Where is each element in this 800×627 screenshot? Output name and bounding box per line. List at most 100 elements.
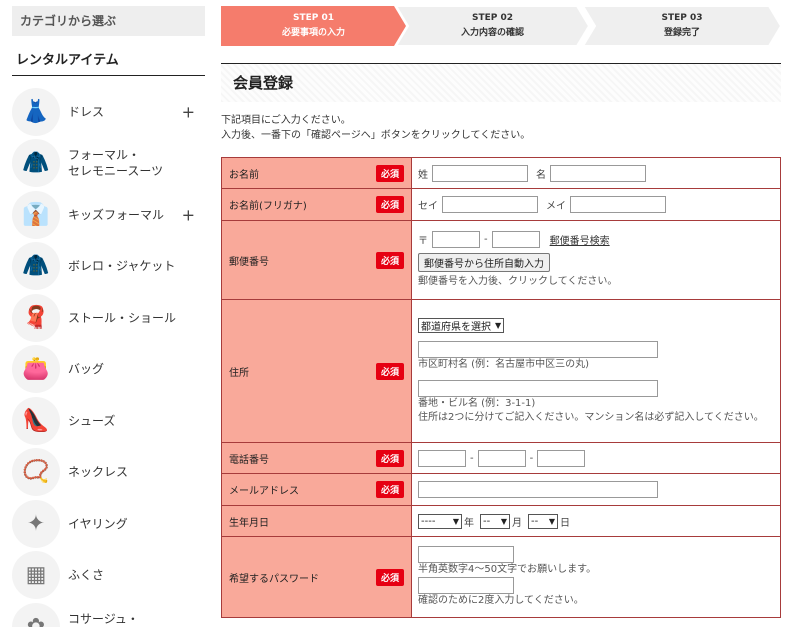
shoes-icon: 👠 xyxy=(12,396,60,445)
email-label: メールアドレス xyxy=(229,486,299,497)
first-name-kana-input[interactable] xyxy=(570,196,666,213)
sidebar-item[interactable]: ▦ ふくさ xyxy=(12,550,205,602)
street-input[interactable] xyxy=(418,379,658,397)
phone-part2-input[interactable] xyxy=(477,449,526,467)
last-name-kana-input[interactable] xyxy=(442,196,538,213)
day-label: 日 xyxy=(560,517,570,529)
password-label: 希望するパスワード xyxy=(229,573,319,585)
expand-plus-icon[interactable]: + xyxy=(182,205,195,224)
last-name-input[interactable] xyxy=(432,164,528,182)
sidebar-item-label: ネックレス xyxy=(68,465,129,480)
thumbnail-glyph: ✦ xyxy=(26,511,46,537)
prefecture-select-value: 都道府県を選択 xyxy=(421,321,491,333)
row-password: 希望するパスワード 必須 半角英数字4～50文字でお願いします。 確認のために2度… xyxy=(221,536,781,618)
required-badge: 必須 xyxy=(375,449,404,467)
phone-part1-input[interactable] xyxy=(418,449,466,467)
row-birthday: 生年月日 ---- ▼ 年 -- ▼ 月 -- ▼ 日 xyxy=(221,505,781,537)
intro-line-2: 入力後、一番下の「確認ページへ」ボタンをクリックしてください。 xyxy=(221,130,531,141)
chevron-down-icon: ▼ xyxy=(500,516,507,526)
dress-icon: 👗 xyxy=(12,87,60,136)
row-kana: お名前(フリガナ) 必須 セイ メイ xyxy=(221,188,781,221)
phone-part3-input[interactable] xyxy=(537,449,586,467)
thumbnail-glyph: 👗 xyxy=(22,99,50,125)
corsage-icon: ✿ xyxy=(12,602,60,627)
zip-first-input[interactable] xyxy=(432,231,480,248)
email-input[interactable] xyxy=(418,481,658,498)
suit-icon: 🧥 xyxy=(12,139,60,188)
address-note: 住所は2つに分けてご記入ください。マンション名は必ず記入してください。 xyxy=(418,411,764,423)
first-name-input[interactable] xyxy=(550,164,646,182)
phone-dash-2: - xyxy=(529,452,534,464)
kana-label: お名前(フリガナ) xyxy=(229,201,307,212)
row-email: メールアドレス 必須 xyxy=(221,473,781,506)
sidebar-item[interactable]: 👛 バッグ xyxy=(12,344,205,396)
rental-items-header: レンタルアイテム xyxy=(12,46,205,76)
kids-formal-icon: 👔 xyxy=(12,190,60,239)
password-confirm-input[interactable] xyxy=(418,577,514,594)
sidebar-item[interactable]: ✦ イヤリング xyxy=(12,498,205,550)
sidebar-item[interactable]: 📿 ネックレス xyxy=(12,447,205,499)
required-badge: 必須 xyxy=(375,481,404,498)
birth-year-select[interactable]: ---- ▼ xyxy=(418,513,462,529)
city-note: 市区町村名 (例：名古屋市中区三の丸) xyxy=(418,358,589,370)
sidebar-item[interactable]: 👔 キッズフォーマル + xyxy=(12,189,205,241)
sidebar-item[interactable]: 🧥 ボレロ・ジャケット xyxy=(12,241,205,293)
step-03-label: 登録完了 xyxy=(663,28,700,38)
sidebar-item-label: ボレロ・ジャケット xyxy=(68,259,176,274)
earring-icon: ✦ xyxy=(12,499,60,548)
password-note-1: 半角英数字4～50文字でお願いします。 xyxy=(418,564,597,575)
thumbnail-glyph: ▦ xyxy=(25,562,47,588)
row-name: お名前 必須 姓 名 xyxy=(221,157,781,189)
thumbnail-glyph: ✿ xyxy=(26,614,46,627)
zip-label: 郵便番号 xyxy=(229,256,269,268)
required-badge: 必須 xyxy=(375,362,404,380)
sei-label: 姓 xyxy=(418,169,428,181)
required-badge: 必須 xyxy=(375,568,404,586)
prefecture-select[interactable]: 都道府県を選択 ▼ xyxy=(418,317,505,333)
chevron-down-icon: ▼ xyxy=(495,320,502,330)
city-input[interactable] xyxy=(418,340,658,358)
birth-day-value: -- xyxy=(531,515,539,527)
category-header: カテゴリから選ぶ xyxy=(12,6,205,36)
password-input[interactable] xyxy=(418,546,514,563)
sidebar-item[interactable]: 🧣 ストール・ショール xyxy=(12,292,205,344)
step-03: STEP 03 登録完了 xyxy=(583,6,781,46)
step-01-number: STEP 01 xyxy=(292,13,335,23)
thumbnail-glyph: 📿 xyxy=(22,459,50,485)
step-indicator: STEP 01 必要事項の入力 STEP 02 入力内容の確認 STEP 03 … xyxy=(221,6,781,46)
bolero-icon: 🧥 xyxy=(12,242,60,291)
required-badge: 必須 xyxy=(375,196,404,213)
sidebar-item[interactable]: 👠 シューズ xyxy=(12,395,205,447)
zip-second-input[interactable] xyxy=(491,231,540,248)
thumbnail-glyph: 🧥 xyxy=(22,150,50,176)
year-label: 年 xyxy=(464,517,474,529)
zip-dash: - xyxy=(484,234,488,245)
sidebar-item[interactable]: ✿ コサージュ・ ブローチ xyxy=(12,601,205,627)
month-label: 月 xyxy=(512,517,522,529)
step-02: STEP 02 入力内容の確認 xyxy=(396,6,589,46)
expand-plus-icon[interactable]: + xyxy=(182,102,195,121)
zip-search-link[interactable]: 郵便番号検索 xyxy=(550,232,610,247)
birth-month-select[interactable]: -- ▼ xyxy=(480,513,510,529)
birthday-label: 生年月日 xyxy=(229,517,269,529)
intro-text: 下記項目にご入力ください。 入力後、一番下の「確認ページへ」ボタンをクリックして… xyxy=(221,113,530,143)
intro-line-1: 下記項目にご入力ください。 xyxy=(221,115,351,126)
required-badge: 必須 xyxy=(375,164,404,182)
sidebar-item[interactable]: 🧥 フォーマル・ セレモニースーツ xyxy=(12,138,205,190)
fukusa-icon: ▦ xyxy=(12,551,60,600)
phone-label: 電話番号 xyxy=(229,454,269,466)
row-phone: 電話番号 必須 - - xyxy=(221,442,781,474)
street-note: 番地・ビル名 (例：3-1-1) xyxy=(418,397,536,409)
chevron-down-icon: ▼ xyxy=(548,516,555,526)
required-badge: 必須 xyxy=(375,251,404,269)
sidebar-item-label: コサージュ・ ブローチ xyxy=(68,611,139,626)
page-title: 会員登録 xyxy=(221,63,781,102)
sidebar-item-label: ストール・ショール xyxy=(68,310,177,325)
birth-day-select[interactable]: -- ▼ xyxy=(528,513,558,529)
zip-autofill-button[interactable]: 郵便番号から住所自動入力 xyxy=(418,253,550,272)
step-03-number: STEP 03 xyxy=(661,13,703,23)
sidebar-item-label: ふくさ xyxy=(68,568,105,583)
sidebar-item[interactable]: 👗 ドレス + xyxy=(12,86,205,138)
sidebar-item-label: バッグ xyxy=(68,362,105,377)
sidebar-item-label: ドレス xyxy=(68,104,105,119)
